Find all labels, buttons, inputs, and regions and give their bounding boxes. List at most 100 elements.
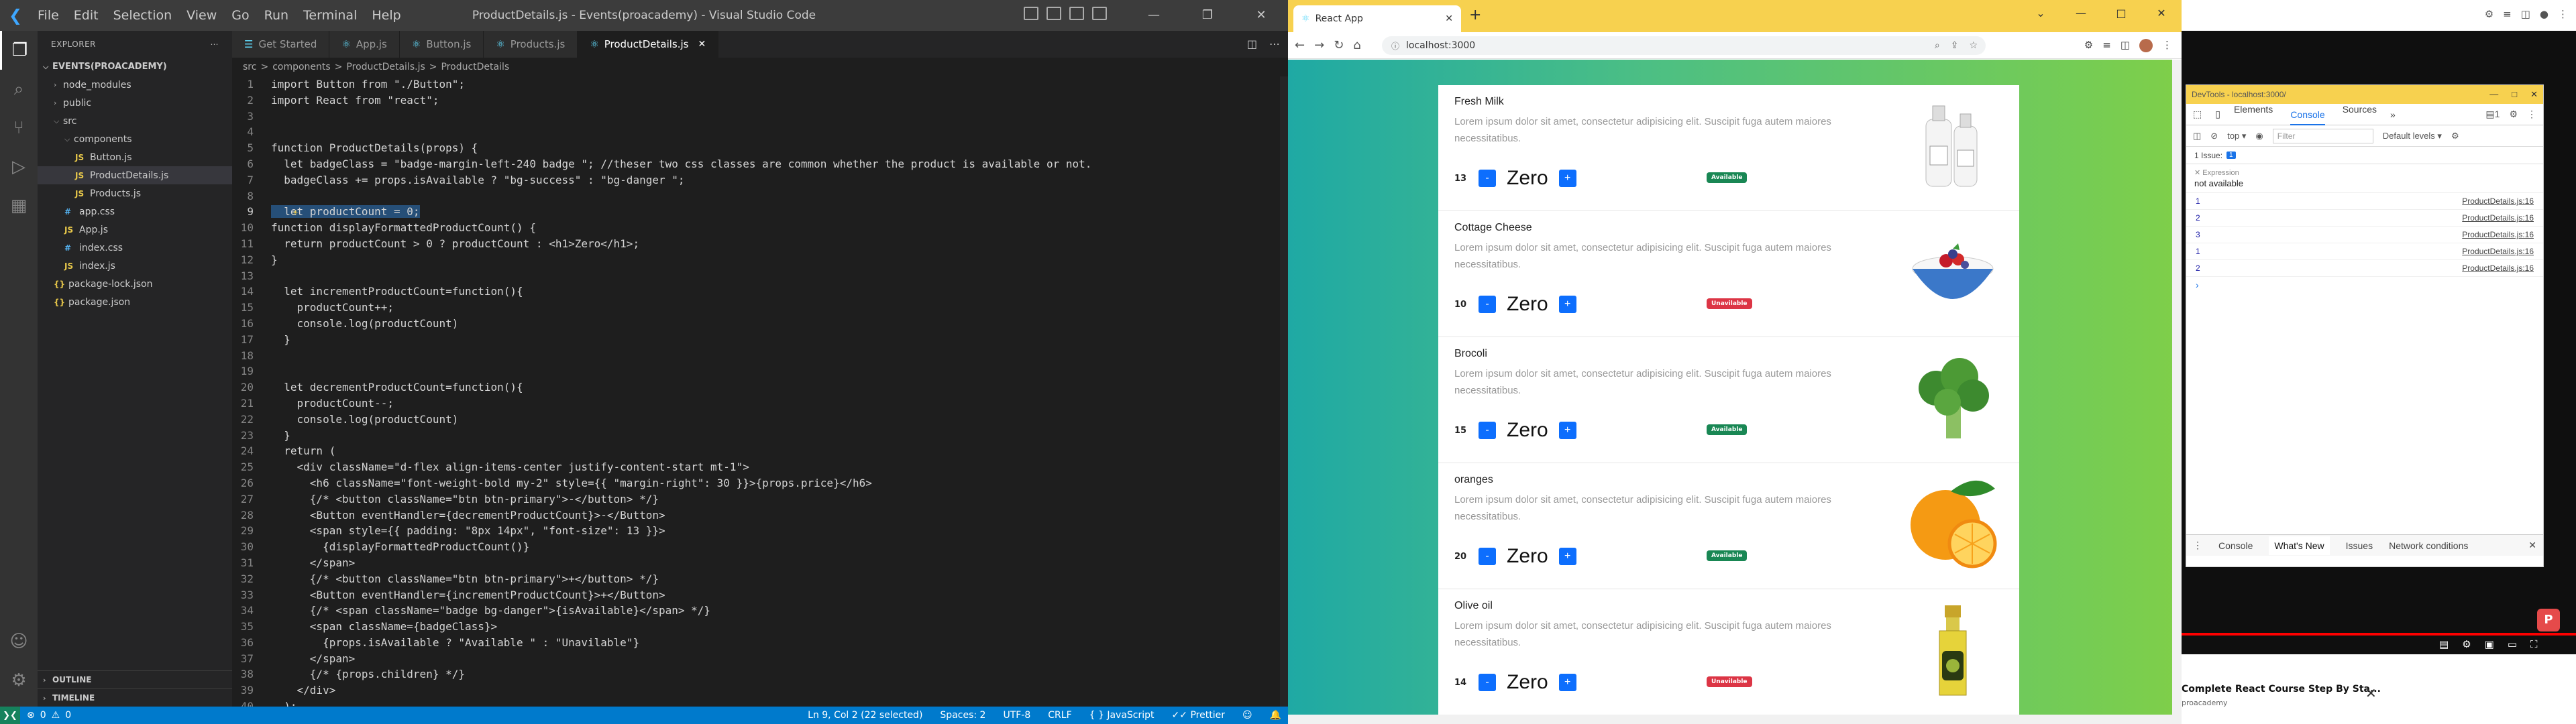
side-panel-icon[interactable]: ◫ xyxy=(2121,39,2130,52)
minimap[interactable] xyxy=(1280,76,1288,707)
split-editor-icon[interactable]: ◫ xyxy=(1247,38,1257,50)
drawer-tab[interactable]: What's New xyxy=(2269,536,2330,555)
chrome-menu-icon[interactable]: ⋮ xyxy=(2558,8,2568,20)
cursor-position[interactable]: Ln 9, Col 2 (22 selected) xyxy=(808,710,922,721)
minimize-icon[interactable]: — xyxy=(2061,0,2101,27)
breadcrumb-item[interactable]: ProductDetails xyxy=(441,62,509,72)
code-line[interactable]: 32 {/* <button className="btn btn-primar… xyxy=(232,571,1288,587)
chrome-menu-icon[interactable]: ⋮ xyxy=(2162,39,2172,52)
drawer-tab[interactable]: Console xyxy=(2218,540,2253,551)
notifications-bell-icon[interactable]: 🔔 xyxy=(1270,710,1281,721)
code-line[interactable]: 22 console.log(productCount) xyxy=(232,412,1288,428)
code-line[interactable]: 30 {displayFormattedProductCount()} xyxy=(232,539,1288,555)
back-icon[interactable]: ← xyxy=(1295,38,1305,52)
encoding[interactable]: UTF-8 xyxy=(1003,710,1030,721)
decrement-button[interactable]: - xyxy=(1479,422,1496,439)
log-source-link[interactable]: ProductDetails.js:16 xyxy=(2462,196,2534,206)
live-expression-eye-icon[interactable]: ◉ xyxy=(2255,131,2263,141)
profile-avatar[interactable] xyxy=(2139,39,2153,52)
problems-indicator[interactable]: ⊗ 0 ⚠ 0 xyxy=(27,710,71,721)
code-line[interactable]: 20 let decrementProductCount=function(){ xyxy=(232,379,1288,396)
account-icon[interactable]: ☺ xyxy=(0,622,38,661)
devtools-tab-elements[interactable]: Elements xyxy=(2234,104,2273,125)
menu-item-help[interactable]: Help xyxy=(365,4,407,27)
new-tab-icon[interactable]: + xyxy=(1469,7,1481,23)
close-icon[interactable]: ✕ xyxy=(2365,685,2377,701)
minimize-icon[interactable]: — xyxy=(1127,0,1181,31)
code-line[interactable]: 5 function ProductDetails(props) { xyxy=(232,140,1288,156)
more-actions-icon[interactable]: ⋯ xyxy=(1269,38,1280,50)
theater-mode-icon[interactable]: ▭ xyxy=(2508,638,2517,650)
feedback-icon[interactable]: ☺ xyxy=(1242,710,1252,721)
home-icon[interactable]: ⌂ xyxy=(1353,38,1360,52)
explorer-icon[interactable]: ❐ xyxy=(0,31,38,70)
devtools-tab-sources[interactable]: Sources xyxy=(2343,104,2377,125)
drawer-tab[interactable]: Issues xyxy=(2346,540,2373,551)
share-icon[interactable]: ⇪ xyxy=(1951,40,1959,51)
code-line[interactable]: 31 </span> xyxy=(232,555,1288,571)
tree-item[interactable]: ⌵ components xyxy=(38,130,232,148)
timeline-section[interactable]: › TIMELINE xyxy=(38,688,232,707)
reading-list-icon[interactable]: ≡ xyxy=(2102,39,2111,52)
code-line[interactable]: 13 xyxy=(232,268,1288,284)
tree-item[interactable]: JS App.js xyxy=(38,221,232,239)
code-line[interactable]: 4 xyxy=(232,124,1288,140)
editor-tab[interactable]: ⚛ ProductDetails.js ✕ xyxy=(578,31,719,58)
menu-item-selection[interactable]: Selection xyxy=(107,4,179,27)
code-line[interactable]: 29 <span style={{ padding: "8px 14px", "… xyxy=(232,523,1288,539)
console-prompt[interactable]: › xyxy=(2186,277,2543,293)
extensions-icon[interactable]: ▦ xyxy=(0,186,38,225)
devtools-tab-console[interactable]: Console xyxy=(2290,109,2325,125)
menu-item-go[interactable]: Go xyxy=(225,4,256,27)
decrement-button[interactable]: - xyxy=(1479,296,1496,313)
code-line[interactable]: 14 let incrementProductCount=function(){ xyxy=(232,284,1288,300)
source-control-icon[interactable]: ⑂ xyxy=(0,109,38,147)
code-line[interactable]: 19 xyxy=(232,363,1288,379)
menu-item-terminal[interactable]: Terminal xyxy=(297,4,364,27)
line-ending[interactable]: CRLF xyxy=(1048,710,1071,721)
code-line[interactable]: 26 <h6 className="font-weight-bold my-2"… xyxy=(232,475,1288,491)
console-settings-icon[interactable]: ⚙ xyxy=(2451,131,2459,141)
code-line[interactable]: 36 {props.isAvailable ? "Available " : "… xyxy=(232,635,1288,651)
close-icon[interactable]: ✕ xyxy=(2530,89,2538,100)
profile-avatar[interactable]: ● xyxy=(2540,8,2548,20)
tree-item[interactable]: › public xyxy=(38,94,232,112)
project-root[interactable]: ⌵ EVENTS(PROACADEMY) xyxy=(38,58,232,76)
tree-item[interactable]: JS ProductDetails.js xyxy=(38,166,232,184)
increment-button[interactable]: + xyxy=(1558,674,1576,691)
code-line[interactable]: 27 {/* <button className="btn btn-primar… xyxy=(232,491,1288,507)
remote-icon[interactable]: ❯❮ xyxy=(0,707,20,724)
outline-section[interactable]: › OUTLINE xyxy=(38,670,232,688)
issues-bar[interactable]: 1 Issue: 1 xyxy=(2186,147,2543,164)
tree-item[interactable]: {} package-lock.json xyxy=(38,275,232,293)
expression-label[interactable]: ✕ Expression xyxy=(2194,168,2535,177)
increment-button[interactable]: + xyxy=(1558,548,1576,565)
log-levels-select[interactable]: Default levels ▾ xyxy=(2383,131,2442,141)
site-info-icon[interactable]: ⓘ xyxy=(1391,40,1399,52)
editor-tab[interactable]: ⚛ Products.js xyxy=(484,31,578,58)
video-title[interactable]: Complete React Course Step By Sta... xyxy=(2182,684,2381,695)
menu-item-edit[interactable]: Edit xyxy=(67,4,105,27)
code-line[interactable]: 15 productCount++; xyxy=(232,300,1288,316)
code-line[interactable]: 37 </span> xyxy=(232,651,1288,667)
toggle-sidebar-icon[interactable] xyxy=(1024,7,1038,20)
reload-icon[interactable]: ↻ xyxy=(1334,38,1344,52)
toggle-secondary-sidebar-icon[interactable] xyxy=(1069,7,1084,20)
extension-icon[interactable]: ⚙ xyxy=(2084,39,2093,52)
maximize-icon[interactable]: □ xyxy=(2101,0,2141,27)
bookmark-star-icon[interactable]: ☆ xyxy=(1969,40,1978,51)
clear-console-icon[interactable]: ⊘ xyxy=(2210,131,2218,141)
restore-icon[interactable]: ❐ xyxy=(1181,0,1234,31)
inspect-element-icon[interactable]: ⬚ xyxy=(2193,109,2202,120)
code-line[interactable]: 23 } xyxy=(232,428,1288,444)
captions-icon[interactable]: ▤ xyxy=(2439,638,2449,650)
code-line[interactable]: 16 console.log(productCount) xyxy=(232,316,1288,332)
settings-gear-icon[interactable]: ⚙ xyxy=(2509,109,2518,120)
code-line[interactable]: 17 } xyxy=(232,332,1288,348)
search-icon[interactable]: ⌕ xyxy=(0,70,38,109)
indentation[interactable]: Spaces: 2 xyxy=(940,710,985,721)
code-line[interactable]: 3 xyxy=(232,109,1288,125)
language-mode[interactable]: { } JavaScript xyxy=(1089,710,1155,721)
menu-item-run[interactable]: Run xyxy=(258,4,295,27)
side-panel-icon[interactable]: ◫ xyxy=(2521,8,2530,20)
